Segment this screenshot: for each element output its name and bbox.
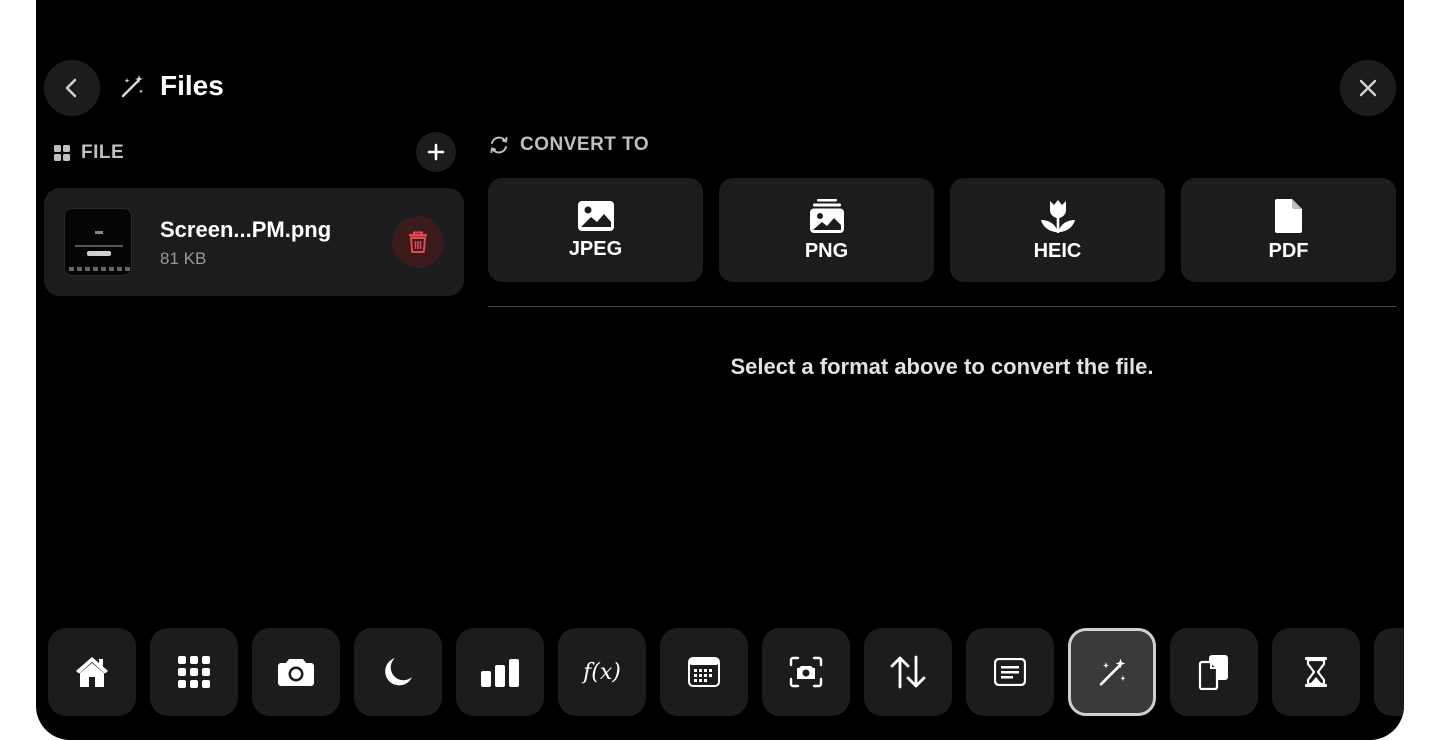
screenshot-icon <box>789 656 823 688</box>
add-file-button[interactable] <box>416 132 456 172</box>
dock-item-apps[interactable] <box>150 628 238 716</box>
back-button[interactable] <box>44 60 100 116</box>
magic-wand-icon <box>121 75 143 98</box>
file-size: 81 KB <box>160 249 207 268</box>
dock-item-timer[interactable] <box>1272 628 1360 716</box>
plus-icon <box>427 143 445 161</box>
text-box-icon <box>994 658 1026 686</box>
grid-icon <box>178 656 210 688</box>
bar-chart-icon <box>481 659 519 687</box>
format-label: JPEG <box>568 237 623 260</box>
empty-state-message: Select a format above to convert the fil… <box>730 354 1154 379</box>
format-label: HEIC <box>1033 239 1082 262</box>
magic-wand-icon <box>1099 658 1126 686</box>
close-icon <box>1359 79 1377 97</box>
camera-icon <box>278 659 314 686</box>
calendar-icon <box>688 657 720 687</box>
documents-icon <box>1198 655 1228 690</box>
format-heic-button[interactable]: HEIC <box>950 178 1165 282</box>
page-title: Files <box>160 70 224 101</box>
chevron-left-icon <box>65 78 77 98</box>
hourglass-icon <box>1305 657 1327 687</box>
format-png-button[interactable]: PNG <box>719 178 934 282</box>
format-label: PNG <box>804 239 849 262</box>
dock-item-text[interactable] <box>966 628 1054 716</box>
app-window: Files FILE Screen...PM.png 81 KB CONVERT… <box>36 0 1404 740</box>
document-icon <box>1274 198 1302 233</box>
arrows-up-down-icon <box>890 655 926 689</box>
dock-item-camera[interactable] <box>252 628 340 716</box>
dock-item-sleep[interactable] <box>354 628 442 716</box>
moon-icon <box>385 658 412 686</box>
dock-item-home[interactable] <box>48 628 136 716</box>
dock-item-calendar[interactable] <box>660 628 748 716</box>
format-label: PDF <box>1268 239 1309 262</box>
convert-section-header: CONVERT TO <box>488 134 649 156</box>
file-thumbnail <box>64 208 132 276</box>
file-section-label: FILE <box>81 142 125 163</box>
house-icon <box>76 657 108 687</box>
format-pdf-button[interactable]: PDF <box>1181 178 1396 282</box>
dock-item-documents[interactable] <box>1170 628 1258 716</box>
delete-file-button[interactable] <box>392 216 444 268</box>
file-name: Screen...PM.png <box>160 217 332 242</box>
tulip-icon <box>1040 199 1075 233</box>
grid-icon <box>54 145 70 161</box>
divider <box>488 306 1396 307</box>
refresh-icon <box>490 136 508 154</box>
person-icon <box>1402 656 1404 688</box>
close-button[interactable] <box>1340 60 1396 116</box>
photo-stack-icon <box>809 198 844 233</box>
header: Files <box>118 70 224 102</box>
function-icon: f(x) <box>583 659 621 685</box>
format-options: JPEG PNG HEIC PDF <box>488 178 1396 282</box>
trash-icon <box>409 231 427 253</box>
dock-item-functions[interactable]: f(x) <box>558 628 646 716</box>
file-card[interactable]: Screen...PM.png 81 KB <box>44 188 464 296</box>
dock-item-stats[interactable] <box>456 628 544 716</box>
dock-item-screenshot[interactable] <box>762 628 850 716</box>
dock-item-more[interactable] <box>1374 628 1404 716</box>
format-jpeg-button[interactable]: JPEG <box>488 178 703 282</box>
bottom-dock: f(x) <box>48 628 1404 716</box>
photo-icon <box>577 200 614 231</box>
file-section-header: FILE <box>53 142 124 164</box>
convert-section-label: CONVERT TO <box>520 134 650 155</box>
dock-item-files[interactable] <box>1068 628 1156 716</box>
dock-item-sort[interactable] <box>864 628 952 716</box>
